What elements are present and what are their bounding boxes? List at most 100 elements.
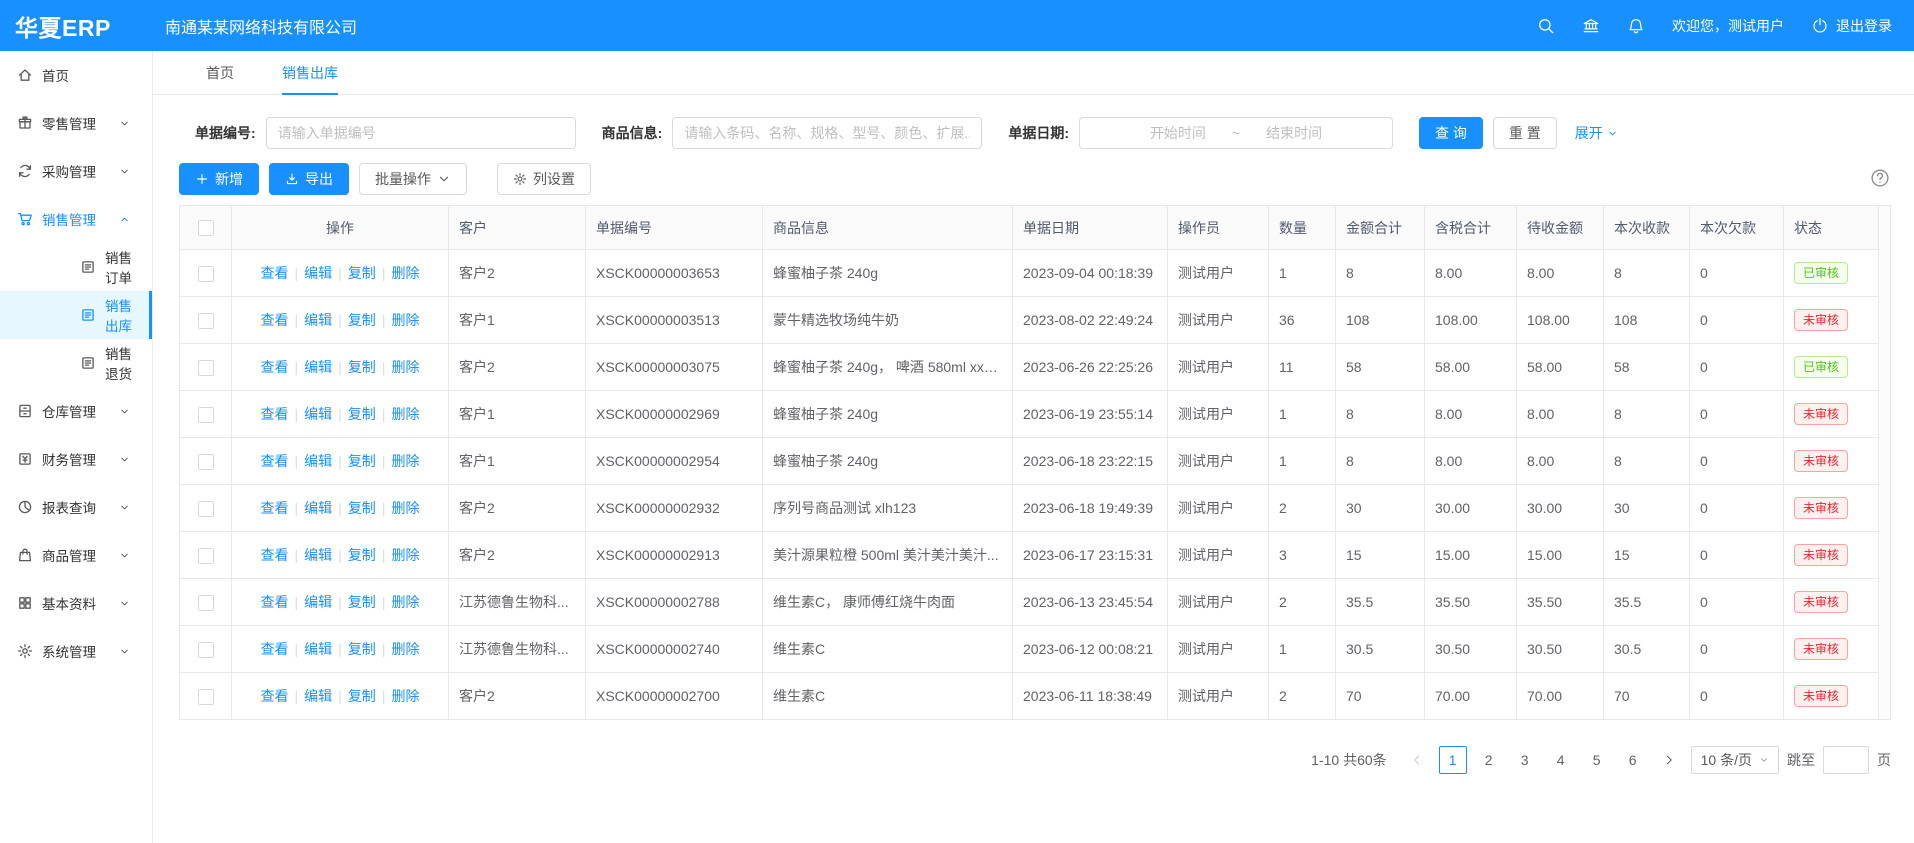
action-edit-link[interactable]: 编辑: [304, 547, 332, 563]
sidebar-subitem-sales-return[interactable]: 销售退货: [0, 339, 152, 387]
sidebar-item-retail[interactable]: 零售管理: [0, 99, 152, 147]
sidebar-item-purchase[interactable]: 采购管理: [0, 147, 152, 195]
page-button-2[interactable]: 2: [1475, 746, 1503, 774]
action-edit-link[interactable]: 编辑: [304, 406, 332, 422]
export-button[interactable]: 导出: [269, 163, 349, 195]
sidebar-item-report[interactable]: 报表查询: [0, 483, 152, 531]
page-button-1[interactable]: 1: [1439, 746, 1467, 774]
action-view-link[interactable]: 查看: [261, 641, 289, 657]
action-edit-link[interactable]: 编辑: [304, 359, 332, 375]
action-view-link[interactable]: 查看: [261, 312, 289, 328]
action-edit-link[interactable]: 编辑: [304, 688, 332, 704]
search-button[interactable]: 查 询: [1419, 117, 1483, 149]
action-edit-link[interactable]: 编辑: [304, 500, 332, 516]
cell-customer: 客户2: [449, 250, 586, 297]
action-view-link[interactable]: 查看: [261, 359, 289, 375]
action-copy-link[interactable]: 复制: [348, 688, 376, 704]
action-edit-link[interactable]: 编辑: [304, 594, 332, 610]
reset-button[interactable]: 重 置: [1493, 117, 1557, 149]
page-size-select[interactable]: 10 条/页: [1691, 746, 1779, 774]
jump-to-page-input[interactable]: [1823, 746, 1869, 774]
action-view-link[interactable]: 查看: [261, 453, 289, 469]
action-copy-link[interactable]: 复制: [348, 453, 376, 469]
sidebar-item-warehouse[interactable]: 仓库管理: [0, 387, 152, 435]
sidebar-item-sales[interactable]: 销售管理: [0, 195, 152, 243]
date-separator: ~: [1232, 125, 1240, 141]
search-icon[interactable]: [1537, 17, 1555, 35]
action-delete-link[interactable]: 删除: [391, 641, 419, 657]
row-checkbox[interactable]: [198, 454, 214, 470]
sidebar-item-goods[interactable]: 商品管理: [0, 531, 152, 579]
bank-icon[interactable]: [1582, 17, 1600, 35]
page-button-3[interactable]: 3: [1511, 746, 1539, 774]
row-checkbox[interactable]: [198, 548, 214, 564]
table-scrollbar-gutter[interactable]: [1879, 205, 1891, 720]
row-checkbox[interactable]: [198, 313, 214, 329]
action-view-link[interactable]: 查看: [261, 688, 289, 704]
action-edit-link[interactable]: 编辑: [304, 265, 332, 281]
next-page-button[interactable]: [1655, 746, 1683, 774]
action-view-link[interactable]: 查看: [261, 265, 289, 281]
sidebar-item-home[interactable]: 首页: [0, 51, 152, 99]
action-delete-link[interactable]: 删除: [391, 265, 419, 281]
action-delete-link[interactable]: 删除: [391, 594, 419, 610]
row-checkbox[interactable]: [198, 266, 214, 282]
page-button-4[interactable]: 4: [1547, 746, 1575, 774]
bell-icon[interactable]: [1627, 17, 1645, 35]
batch-actions-button[interactable]: 批量操作: [359, 163, 467, 195]
logout-button[interactable]: 退出登录: [1811, 16, 1892, 36]
cell-qty: 1: [1269, 391, 1336, 438]
action-copy-link[interactable]: 复制: [348, 359, 376, 375]
action-copy-link[interactable]: 复制: [348, 641, 376, 657]
row-checkbox[interactable]: [198, 501, 214, 517]
action-copy-link[interactable]: 复制: [348, 265, 376, 281]
action-delete-link[interactable]: 删除: [391, 688, 419, 704]
bill-no-input[interactable]: [266, 117, 576, 149]
action-edit-link[interactable]: 编辑: [304, 312, 332, 328]
action-delete-link[interactable]: 删除: [391, 500, 419, 516]
help-button[interactable]: [1870, 168, 1890, 191]
action-view-link[interactable]: 查看: [261, 547, 289, 563]
row-checkbox[interactable]: [198, 360, 214, 376]
action-delete-link[interactable]: 删除: [391, 359, 419, 375]
action-delete-link[interactable]: 删除: [391, 312, 419, 328]
company-name: 南通某某网络科技有限公司: [165, 14, 357, 38]
cell-received: 58: [1604, 344, 1690, 391]
action-copy-link[interactable]: 复制: [348, 406, 376, 422]
add-button[interactable]: 新增: [179, 163, 259, 195]
sidebar-item-finance[interactable]: 财务管理: [0, 435, 152, 483]
action-copy-link[interactable]: 复制: [348, 594, 376, 610]
cell-receivable: 30.50: [1517, 626, 1604, 673]
row-checkbox-cell: [180, 344, 232, 391]
action-view-link[interactable]: 查看: [261, 500, 289, 516]
action-view-link[interactable]: 查看: [261, 594, 289, 610]
cell-status: 已审核: [1784, 250, 1879, 297]
row-checkbox[interactable]: [198, 642, 214, 658]
action-copy-link[interactable]: 复制: [348, 500, 376, 516]
action-edit-link[interactable]: 编辑: [304, 453, 332, 469]
action-delete-link[interactable]: 删除: [391, 547, 419, 563]
page-button-6[interactable]: 6: [1619, 746, 1647, 774]
sidebar-item-basic[interactable]: 基本资料: [0, 579, 152, 627]
sidebar-subitem-sales-order[interactable]: 销售订单: [0, 243, 152, 291]
select-all-checkbox[interactable]: [198, 220, 214, 236]
action-copy-link[interactable]: 复制: [348, 312, 376, 328]
action-view-link[interactable]: 查看: [261, 406, 289, 422]
action-copy-link[interactable]: 复制: [348, 547, 376, 563]
row-checkbox[interactable]: [198, 407, 214, 423]
action-delete-link[interactable]: 删除: [391, 453, 419, 469]
prev-page-button[interactable]: [1403, 746, 1431, 774]
column-settings-button[interactable]: 列设置: [497, 163, 591, 195]
date-range-input[interactable]: 开始时间 ~ 结束时间: [1079, 117, 1393, 149]
tab-home[interactable]: 首页: [206, 51, 234, 94]
action-delete-link[interactable]: 删除: [391, 406, 419, 422]
expand-filters-link[interactable]: 展开: [1575, 123, 1618, 143]
action-edit-link[interactable]: 编辑: [304, 641, 332, 657]
product-info-input[interactable]: [672, 117, 982, 149]
sidebar-subitem-sales-outbound[interactable]: 销售出库: [0, 291, 152, 339]
sidebar-item-system[interactable]: 系统管理: [0, 627, 152, 675]
page-button-5[interactable]: 5: [1583, 746, 1611, 774]
tab-sales-outbound[interactable]: 销售出库: [282, 51, 338, 94]
row-checkbox[interactable]: [198, 689, 214, 705]
row-checkbox[interactable]: [198, 595, 214, 611]
